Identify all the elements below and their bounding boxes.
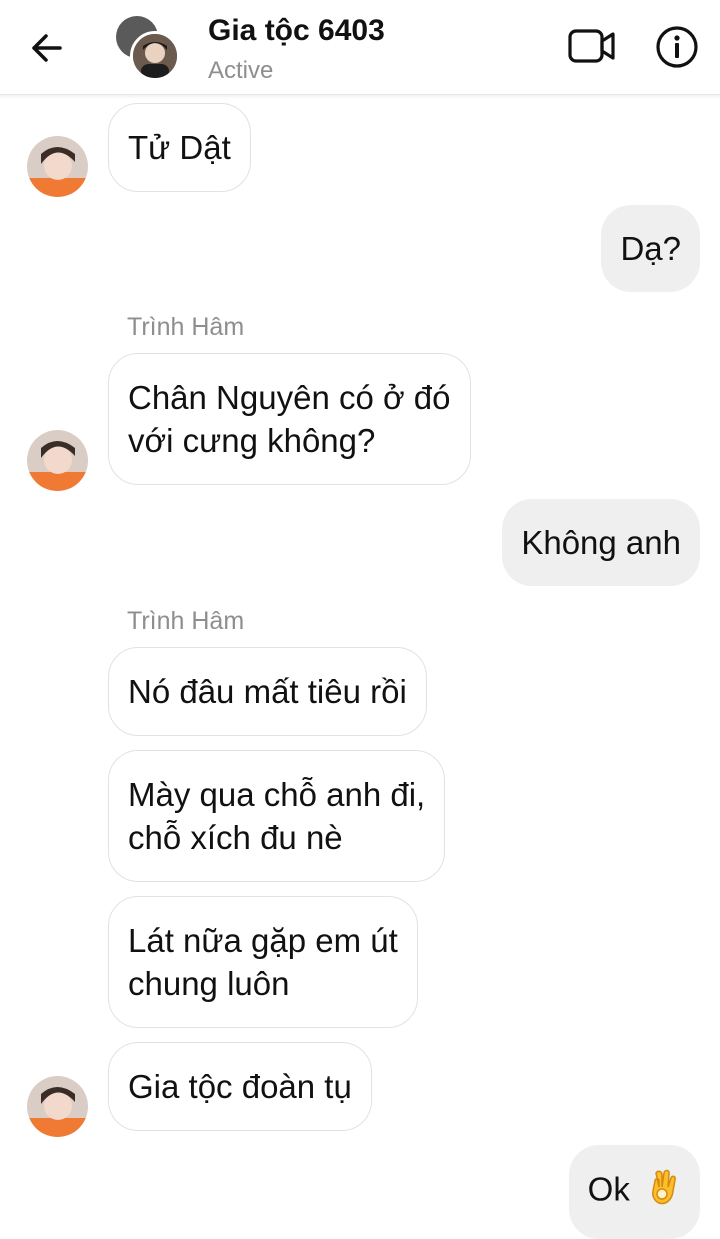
info-button[interactable] <box>654 24 700 70</box>
sender-avatar[interactable] <box>27 430 88 491</box>
video-call-button[interactable] <box>566 24 618 68</box>
message-bubble-incoming[interactable]: Lát nữa gặp em út chung luôn <box>108 896 418 1028</box>
sender-avatar[interactable] <box>27 136 88 197</box>
active-status: Active <box>208 57 274 84</box>
message-text-line: Mày qua chỗ anh đi, <box>128 776 426 813</box>
message-text: Không anh <box>521 524 681 561</box>
message-text-line: chung luôn <box>128 965 290 1002</box>
conversation-header: Gia tộc 6403 Active <box>0 0 720 95</box>
group-avatar[interactable] <box>116 16 180 81</box>
video-camera-icon <box>568 29 615 63</box>
message-text: Dạ? <box>620 230 681 267</box>
back-button[interactable] <box>26 26 70 70</box>
sender-name: Trình Hâm <box>127 313 245 341</box>
back-arrow-icon <box>32 34 62 62</box>
sender-avatar[interactable] <box>27 1076 88 1137</box>
group-avatar-member-2 <box>130 31 180 81</box>
message-text-line: Lát nữa gặp em út <box>128 922 398 959</box>
message-text: Ok <box>587 1170 630 1208</box>
message-text-line: với cưng không? <box>128 422 376 459</box>
message-text: Gia tộc đoàn tụ <box>128 1068 352 1105</box>
message-text-line: chỗ xích đu nè <box>128 819 343 856</box>
message-bubble-outgoing[interactable]: Ok <box>568 1145 700 1239</box>
sender-name: Trình Hâm <box>127 607 245 635</box>
message-text: Nó đâu mất tiêu rồi <box>128 673 407 710</box>
message-text-line: Chân Nguyên có ở đó <box>128 379 451 416</box>
message-bubble-incoming[interactable]: Nó đâu mất tiêu rồi <box>108 647 427 736</box>
conversation-title[interactable]: Gia tộc 6403 <box>208 14 385 48</box>
message-bubble-incoming[interactable]: Chân Nguyên có ở đó với cưng không? <box>108 353 471 485</box>
ok-hand-emoji-icon <box>649 1167 681 1217</box>
info-icon <box>656 26 698 68</box>
message-bubble-outgoing[interactable]: Dạ? <box>601 205 700 292</box>
message-bubble-outgoing[interactable]: Không anh <box>502 499 700 586</box>
message-bubble-incoming[interactable]: Tử Dật <box>108 103 251 192</box>
message-bubble-incoming[interactable]: Mày qua chỗ anh đi, chỗ xích đu nè <box>108 750 446 882</box>
message-bubble-incoming[interactable]: Gia tộc đoàn tụ <box>108 1042 372 1131</box>
message-text: Tử Dật <box>128 129 231 166</box>
